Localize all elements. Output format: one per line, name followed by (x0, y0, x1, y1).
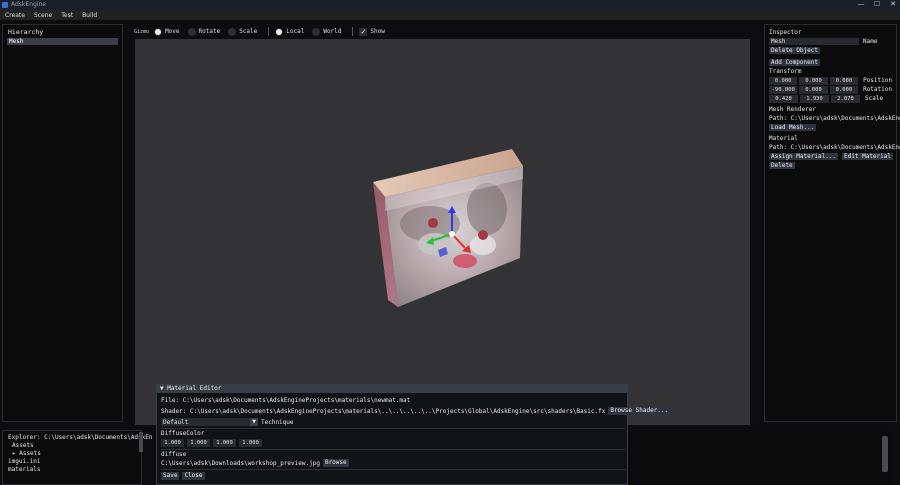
close-button[interactable]: Close (182, 472, 205, 480)
explorer-scrollbar[interactable] (139, 432, 143, 452)
menu-test[interactable]: Test (61, 12, 73, 19)
delete-object-button[interactable]: Delete Object (769, 47, 820, 54)
rotation-y-field[interactable]: 0.000 (799, 85, 828, 94)
hierarchy-title: Hierarchy (8, 28, 44, 36)
position-x-field[interactable]: 0.000 (769, 76, 798, 85)
technique-label: Technique (261, 418, 294, 426)
window-titlebar: AdskEngine — ☐ ✕ (0, 0, 900, 10)
rotation-label: Rotation (863, 86, 892, 93)
name-label: Name (863, 38, 878, 45)
material-editor-window: ▼ Material Editor File: C:\Users\adsk\Do… (156, 384, 671, 485)
menu-build[interactable]: Build (82, 12, 97, 19)
position-label: Position (863, 77, 892, 84)
position-z-field[interactable]: 0.000 (829, 76, 859, 85)
hierarchy-panel: Hierarchy Mesh (2, 24, 123, 422)
close-icon[interactable]: ✕ (888, 0, 898, 9)
chevron-down-icon: ▼ (250, 418, 258, 426)
assets-header: Assets (12, 442, 34, 449)
explorer-path: Explorer: C:\Users\adsk\Documents\AdskEn (8, 434, 153, 441)
toolbar-divider (268, 27, 270, 36)
toolbar-divider (352, 27, 354, 36)
diffuse-texture-path: C:\Users\adsk\Downloads\workshop_preview… (161, 459, 320, 467)
rotate-radio[interactable] (187, 27, 196, 36)
gizmo-toolbar: Gizmo Move Rotate Scale Local World ✓ Sh… (134, 26, 390, 37)
load-mesh-button[interactable]: Load Mesh... (769, 124, 817, 131)
move-radio[interactable] (154, 27, 163, 36)
scene-viewport[interactable] (135, 39, 750, 425)
scale-y-field[interactable]: 1.930 (800, 94, 829, 103)
explorer-panel: Explorer: C:\Users\adsk\Documents\AdskEn… (2, 430, 153, 485)
rotation-z-field[interactable]: 0.000 (829, 85, 859, 94)
material-editor-title[interactable]: ▼ Material Editor (157, 385, 627, 393)
divider (161, 449, 625, 450)
diffuse-color-b[interactable]: 1.000 (213, 439, 236, 447)
bottom-scrollbar[interactable] (882, 436, 888, 472)
assign-material-button[interactable]: Assign Material... (769, 153, 839, 160)
rotate-label: Rotate (198, 28, 221, 35)
mesh-path: Path: C:\Users\adsk\Documents\AdskEngin (769, 115, 900, 122)
minimize-icon[interactable]: — (856, 0, 866, 9)
explorer-file[interactable]: imgui.ini (8, 458, 136, 466)
divider (161, 428, 625, 429)
scale-z-field[interactable]: 2.070 (831, 94, 860, 103)
scale-x-field[interactable]: 0.420 (769, 94, 798, 103)
technique-dropdown[interactable]: Default ▼ (161, 418, 258, 426)
add-component-button[interactable]: Add Component (769, 59, 820, 66)
world-label: World (323, 28, 342, 35)
browse-shader-button[interactable]: Browse Shader... (608, 407, 671, 415)
diffuse-color-a[interactable]: 1.000 (239, 439, 262, 447)
viewport-canvas (373, 149, 523, 307)
browse-texture-button[interactable]: Browse (322, 459, 349, 467)
hierarchy-item-mesh[interactable]: Mesh (7, 38, 118, 45)
gizmo-label: Gizmo (134, 28, 150, 35)
diffuse-color-label: DiffuseColor (161, 430, 205, 437)
mesh-renderer-title: Mesh Renderer (769, 106, 816, 113)
object-name-input[interactable]: Mesh (769, 38, 859, 45)
menu-scene[interactable]: Scene (34, 12, 52, 19)
diffuse-label: diffuse (161, 451, 187, 458)
move-label: Move (165, 28, 180, 35)
position-y-field[interactable]: 0.000 (799, 76, 828, 85)
shader-path: Shader: C:\Users\adsk\Documents\AdskEngi… (161, 407, 606, 415)
material-file-path: File: C:\Users\adsk\Documents\AdskEngine… (161, 397, 411, 404)
divider (161, 469, 625, 470)
show-label: Show (370, 28, 385, 35)
transform-title: Transform (769, 68, 802, 75)
diffuse-color-g[interactable]: 1.000 (187, 439, 210, 447)
inspector-title: Inspector (769, 29, 802, 36)
local-radio[interactable] (275, 27, 284, 36)
save-button[interactable]: Save (161, 472, 180, 480)
inspector-panel: Inspector Mesh Name Delete Object Add Co… (764, 24, 900, 422)
bottom-panel (628, 430, 892, 485)
scale-label: Scale (239, 28, 258, 35)
material-title: Material (769, 135, 798, 142)
show-checkbox[interactable]: ✓ (359, 27, 368, 36)
window-title: AdskEngine (11, 1, 46, 8)
world-radio[interactable] (312, 27, 321, 36)
textured-mesh[interactable] (373, 149, 523, 307)
edit-material-button[interactable]: Edit Material (842, 153, 893, 160)
rotation-x-field[interactable]: -90.000 (769, 85, 798, 94)
scale-label: Scale (865, 95, 884, 102)
maximize-icon[interactable]: ☐ (872, 0, 882, 9)
scale-radio[interactable] (228, 27, 237, 36)
menu-bar: Create Scene Test Build (0, 10, 900, 20)
window-controls: — ☐ ✕ (856, 0, 898, 9)
menu-create[interactable]: Create (5, 12, 25, 19)
app-icon (2, 2, 8, 8)
explorer-file[interactable]: materials (8, 466, 136, 474)
material-path: Path: C:\Users\adsk\Documents\AdskEngi (769, 144, 900, 151)
delete-component-button[interactable]: Delete (769, 162, 795, 169)
local-label: Local (286, 28, 305, 35)
technique-value: Default (163, 418, 189, 426)
assets-folder[interactable]: ▸ Assets (8, 450, 136, 458)
diffuse-color-r[interactable]: 1.000 (161, 439, 184, 447)
